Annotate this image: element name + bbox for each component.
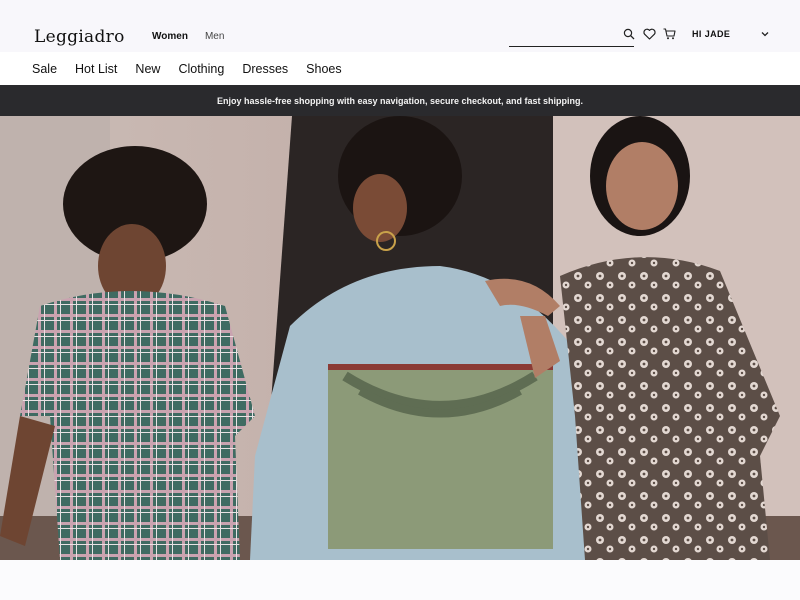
heart-icon[interactable] bbox=[643, 28, 656, 40]
cart-icon[interactable] bbox=[663, 28, 676, 40]
hero-image[interactable] bbox=[0, 116, 800, 560]
search-bar bbox=[509, 26, 634, 47]
hero-photo bbox=[0, 116, 800, 560]
category-shoes[interactable]: Shoes bbox=[306, 62, 341, 76]
category-clothing[interactable]: Clothing bbox=[178, 62, 224, 76]
gender-nav: Women Men bbox=[152, 31, 224, 42]
category-nav: Sale Hot List New Clothing Dresses Shoes bbox=[0, 52, 800, 85]
category-hot-list[interactable]: Hot List bbox=[75, 62, 117, 76]
category-new[interactable]: New bbox=[135, 62, 160, 76]
search-input[interactable] bbox=[509, 27, 619, 46]
promo-text: Enjoy hassle-free shopping with easy nav… bbox=[216, 95, 584, 106]
top-header: Leggiadro Women Men HI JADE bbox=[0, 0, 800, 52]
nav-men[interactable]: Men bbox=[205, 31, 224, 42]
promo-banner: Enjoy hassle-free shopping with easy nav… bbox=[0, 85, 800, 116]
category-sale[interactable]: Sale bbox=[32, 62, 57, 76]
brand-logo[interactable]: Leggiadro bbox=[34, 27, 125, 47]
page-bottom-spacer bbox=[0, 560, 800, 600]
category-dresses[interactable]: Dresses bbox=[242, 62, 288, 76]
account-menu[interactable]: HI JADE bbox=[692, 29, 730, 39]
search-icon[interactable] bbox=[623, 28, 635, 40]
chevron-down-icon[interactable] bbox=[760, 29, 770, 39]
nav-women[interactable]: Women bbox=[152, 31, 188, 42]
